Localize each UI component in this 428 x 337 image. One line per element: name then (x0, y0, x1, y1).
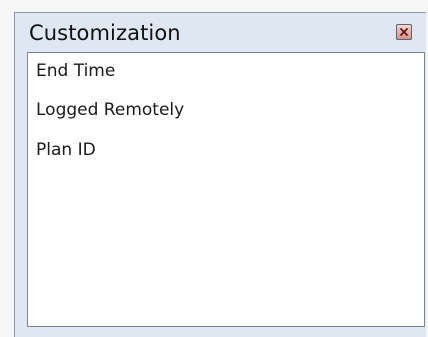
list-item-plan-id[interactable]: Plan ID (36, 140, 96, 160)
field-list[interactable]: End Time Logged Remotely Plan ID (27, 52, 425, 327)
close-icon (400, 28, 408, 36)
list-item-end-time[interactable]: End Time (36, 61, 115, 81)
panel-title: Customization (29, 21, 181, 45)
list-item-logged-remotely[interactable]: Logged Remotely (36, 100, 184, 120)
close-button[interactable] (396, 24, 412, 40)
panel-title-bar: Customization (15, 13, 426, 51)
customization-panel: Customization End Time Logged Remotely P… (14, 12, 426, 337)
